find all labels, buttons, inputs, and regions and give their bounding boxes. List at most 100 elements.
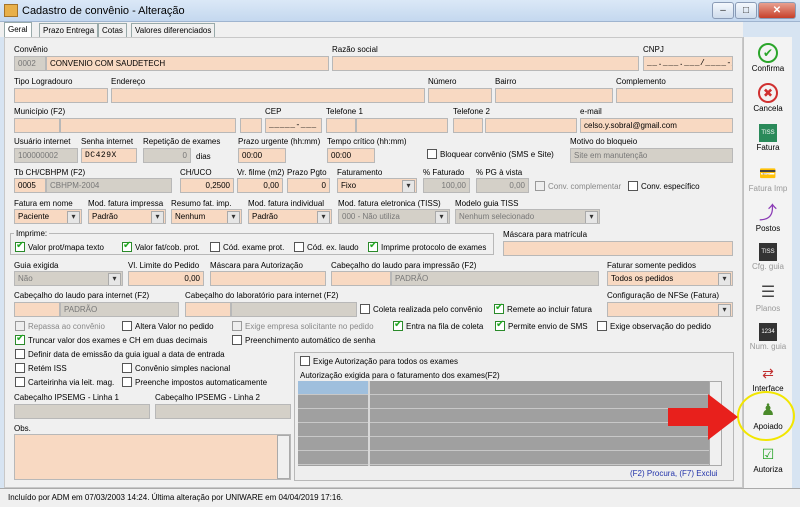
- obs-textarea[interactable]: [14, 434, 291, 480]
- carteirinha-checkbox[interactable]: [15, 377, 25, 387]
- definir-data-checkbox[interactable]: [15, 349, 25, 359]
- simples-nacional-checkbox[interactable]: [122, 363, 132, 373]
- cfg-guia-button[interactable]: TISS Cfg. guia: [745, 243, 791, 271]
- numero-field[interactable]: [428, 88, 492, 103]
- tab-valores-diferenciados[interactable]: Valores diferenciados: [131, 23, 216, 37]
- config-nfse-select[interactable]: [607, 302, 733, 317]
- tab-prazo-entrega[interactable]: Prazo Entrega: [39, 23, 99, 37]
- uf-field[interactable]: [240, 118, 262, 133]
- mascara-matricula-field[interactable]: [503, 241, 733, 256]
- prazo-pgto-field[interactable]: 0: [287, 178, 330, 193]
- cancela-button[interactable]: ✖ Cancela: [745, 83, 791, 113]
- fatura-button[interactable]: TISS Fatura: [745, 124, 791, 152]
- simples-nacional-label: Convênio simples nacional: [135, 364, 231, 373]
- mod-fatura-impressa-select[interactable]: Padrão: [88, 209, 166, 224]
- retem-iss-checkbox[interactable]: [15, 363, 25, 373]
- chuco-field[interactable]: 0,2500: [180, 178, 234, 193]
- coleta-convenio-checkbox[interactable]: [360, 304, 370, 314]
- autoriza-button[interactable]: ☑ Autoriza: [745, 444, 791, 474]
- cab-laudo-impressao-name: PADRÃO: [391, 271, 599, 286]
- telefone2-ddd-field[interactable]: [453, 118, 483, 133]
- num-guia-button[interactable]: 1234 Num. guia: [745, 323, 791, 351]
- cep-field[interactable]: _____-___: [265, 118, 322, 133]
- bairro-field[interactable]: [495, 88, 613, 103]
- cod-exame-prot-checkbox[interactable]: [210, 242, 220, 252]
- grid-row[interactable]: [298, 423, 709, 437]
- minimize-button[interactable]: –: [712, 2, 734, 19]
- grid-row[interactable]: [298, 437, 709, 451]
- exige-autorizacao-checkbox[interactable]: [300, 356, 310, 366]
- pct-pg-vista-field: 0,00: [476, 178, 529, 193]
- faturar-somente-select[interactable]: Todos os pedidos: [607, 271, 733, 286]
- grid-row[interactable]: [298, 409, 709, 423]
- vl-limite-field[interactable]: 0,00: [128, 271, 204, 286]
- grid-row[interactable]: [369, 381, 709, 395]
- cod-ex-laudo-label: Cód. ex. laudo: [307, 243, 359, 252]
- truncar-checkbox[interactable]: [15, 333, 25, 345]
- imprime-protocolo-checkbox[interactable]: [368, 240, 378, 252]
- tempo-critico-field[interactable]: 00:00: [327, 148, 375, 163]
- municipio-name-field[interactable]: [60, 118, 236, 133]
- telefone1-ddd-field[interactable]: [326, 118, 356, 133]
- cab-laudo-impressao-code[interactable]: [331, 271, 391, 286]
- grid-row[interactable]: [298, 395, 709, 409]
- definir-data-label: Definir data de emissão da guia igual a …: [28, 350, 225, 359]
- close-button[interactable]: ✕: [758, 2, 796, 19]
- telefone1-field[interactable]: [356, 118, 448, 133]
- window-title: Cadastro de convênio - Alteração: [22, 5, 185, 17]
- endereco-field[interactable]: [111, 88, 425, 103]
- fatura-imp-button[interactable]: 💳 Fatura Imp: [745, 163, 791, 193]
- conv-especifico-checkbox[interactable]: [628, 181, 638, 191]
- confirma-button[interactable]: ✔ Confirma: [745, 43, 791, 73]
- bloquear-convenio-checkbox[interactable]: [427, 149, 437, 159]
- permite-sms-checkbox[interactable]: [495, 319, 505, 331]
- cnpj-field[interactable]: __.___.___/____-__: [643, 56, 733, 71]
- coleta-convenio-label: Coleta realizada pelo convênio: [373, 305, 483, 314]
- senha-internet-field[interactable]: DC429X: [81, 148, 137, 163]
- grid-row[interactable]: [298, 451, 709, 465]
- obs-scrollbar[interactable]: [277, 435, 290, 479]
- preenche-impostos-label: Preenche impostos automaticamente: [135, 378, 268, 387]
- cod-ex-laudo-checkbox[interactable]: [294, 242, 304, 252]
- exige-empresa-checkbox[interactable]: [232, 321, 242, 331]
- mod-fatura-individual-select[interactable]: Padrão: [248, 209, 332, 224]
- preenche-impostos-checkbox[interactable]: [122, 377, 132, 387]
- altera-valor-checkbox[interactable]: [122, 321, 132, 331]
- convenio-name-field[interactable]: CONVENIO COM SAUDETECH: [46, 56, 329, 71]
- maximize-button[interactable]: □: [735, 2, 757, 19]
- autorizacao-grid[interactable]: [298, 381, 709, 466]
- vr-filme-field[interactable]: 0,00: [237, 178, 283, 193]
- tipo-logradouro-field[interactable]: [14, 88, 108, 103]
- cab-ipsemg2-field: [155, 404, 291, 419]
- faturamento-select[interactable]: Fixo: [337, 178, 417, 193]
- municipio-code-field[interactable]: [14, 118, 60, 133]
- telefone2-field[interactable]: [485, 118, 577, 133]
- mascara-autorizacao-field[interactable]: [210, 271, 326, 286]
- conv-complementar-checkbox[interactable]: [535, 181, 545, 191]
- resumo-fat-select[interactable]: Nenhum: [171, 209, 242, 224]
- email-field[interactable]: celso.y.sobral@gmail.com: [580, 118, 733, 133]
- valor-fat-checkbox[interactable]: [122, 240, 132, 252]
- cab-lab-internet-code[interactable]: [185, 302, 231, 317]
- endereco-label: Endereço: [111, 77, 146, 86]
- preenchimento-senha-checkbox[interactable]: [232, 335, 242, 345]
- valor-prot-checkbox[interactable]: [15, 240, 25, 252]
- grid-cell-selected[interactable]: [298, 381, 368, 395]
- tbch-code-field[interactable]: 0005: [14, 178, 46, 193]
- tab-cotas[interactable]: Cotas: [98, 23, 127, 37]
- exige-observacao-checkbox[interactable]: [597, 321, 607, 331]
- remete-fatura-checkbox[interactable]: [494, 302, 504, 314]
- postos-button[interactable]: ⤴ Postos: [745, 203, 791, 233]
- razao-social-field[interactable]: [332, 56, 639, 71]
- planos-button[interactable]: ☰ Planos: [745, 283, 791, 313]
- entra-fila-checkbox[interactable]: [393, 319, 403, 331]
- tab-geral[interactable]: Geral: [4, 22, 32, 38]
- interface-button[interactable]: ⇄ Interface: [745, 363, 791, 393]
- imprime-protocolo-label: Imprime protocolo de exames: [381, 243, 487, 252]
- repassa-convenio-checkbox[interactable]: [15, 321, 25, 331]
- prazo-urgente-field[interactable]: 00:00: [238, 148, 286, 163]
- altera-valor-label: Altera Valor no pedido: [135, 322, 214, 331]
- cab-laudo-internet-code[interactable]: [14, 302, 60, 317]
- complemento-field[interactable]: [616, 88, 733, 103]
- fatura-nome-select[interactable]: Paciente: [14, 209, 82, 224]
